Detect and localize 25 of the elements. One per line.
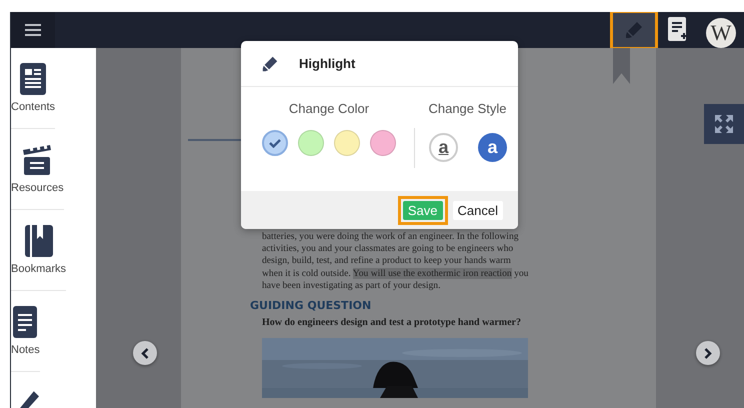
dialog-title: Highlight [299, 56, 356, 71]
color-swatch[interactable] [262, 130, 288, 156]
book-icon [24, 225, 53, 257]
contents-icon [20, 63, 46, 95]
body-paragraph: batteries, you were doing the work of an engineer. In the following activities, you and your classmates are going to be engineers who design, build, test, and refine a product to keep your hands warm when it is cold outside. You will use the exothermic iron reaction you have been investigating as part of your design. [262, 231, 530, 292]
section-heading: GUIDING QUESTION [250, 299, 372, 312]
expand-icon [714, 114, 734, 134]
menu-icon [25, 24, 41, 36]
add-note-icon [668, 17, 688, 43]
filled-style-button[interactable]: a [478, 132, 507, 162]
menu-button[interactable] [11, 12, 55, 48]
check-icon [269, 138, 281, 148]
fullscreen-button[interactable] [704, 104, 744, 144]
clapperboard-icon [22, 144, 52, 176]
chevron-left-icon [141, 348, 149, 358]
section-heading: Change Style [428, 101, 507, 116]
guiding-question: How do engineers design and test a prototype hand warmer? [262, 317, 522, 328]
highlighter-icon [261, 54, 279, 72]
chevron-right-icon [704, 348, 712, 358]
underline-style-button[interactable]: a [429, 132, 458, 162]
avatar-button[interactable]: W [706, 18, 736, 48]
highlighter-button[interactable] [612, 12, 656, 48]
notes-icon [13, 306, 38, 338]
section-heading: Change Color [288, 101, 370, 116]
highlighter-icon [624, 20, 644, 40]
